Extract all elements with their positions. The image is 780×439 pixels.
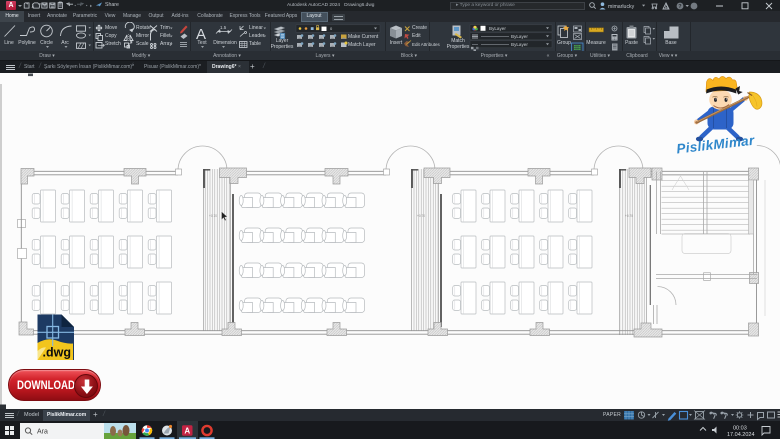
svg-text:1.5: 1.5 (220, 25, 227, 30)
svg-text:+0.70: +0.70 (417, 214, 425, 218)
svg-text:+0.70: +0.70 (625, 214, 633, 218)
svg-text:.dwg: .dwg (43, 346, 71, 360)
svg-text:ByLayer: ByLayer (511, 34, 528, 39)
svg-text:A: A (184, 427, 190, 436)
svg-text:00:03: 00:03 (733, 426, 747, 432)
svg-text:ByLayer: ByLayer (489, 26, 506, 31)
svg-text:+0.70: +0.70 (209, 214, 217, 218)
svg-text:Ara: Ara (37, 429, 48, 436)
svg-text:17.04.2024: 17.04.2024 (727, 432, 755, 438)
svg-text:ByLayer: ByLayer (511, 42, 528, 47)
svg-text:mimarlucky: mimarlucky (608, 4, 635, 10)
